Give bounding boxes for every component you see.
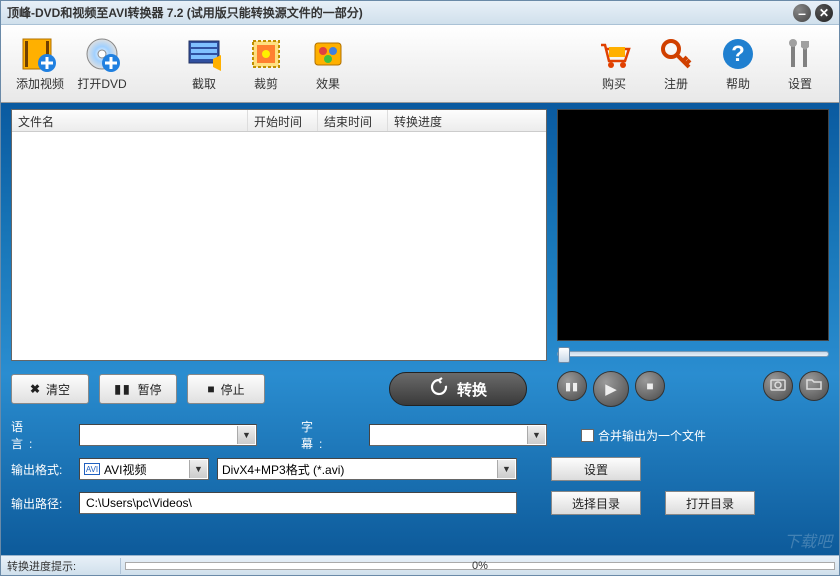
choose-dir-button[interactable]: 选择目录	[551, 491, 641, 515]
capture-label: 截取	[192, 75, 216, 92]
language-label: 语 言:	[11, 418, 71, 452]
window-title: 顶峰-DVD和视频至AVI转换器 7.2 (试用版只能转换源文件的一部分)	[7, 4, 789, 21]
seek-thumb[interactable]	[558, 347, 570, 363]
chevron-down-icon: ▼	[527, 426, 545, 444]
app-window: 顶峰-DVD和视频至AVI转换器 7.2 (试用版只能转换源文件的一部分) – …	[0, 0, 840, 576]
progress-bar: 0%	[121, 560, 839, 572]
col-end[interactable]: 结束时间	[318, 110, 388, 131]
crop-button[interactable]: 裁剪	[235, 31, 297, 97]
cart-icon	[595, 35, 633, 73]
out-format-label: 输出格式:	[11, 461, 71, 478]
dvd-icon	[83, 35, 121, 73]
seek-slider[interactable]	[557, 351, 829, 357]
help-button[interactable]: ? 帮助	[707, 31, 769, 97]
stop-icon: ■	[207, 382, 214, 396]
file-list-header: 文件名 开始时间 结束时间 转换进度	[12, 110, 546, 132]
col-filename[interactable]: 文件名	[12, 110, 248, 131]
open-dvd-label: 打开DVD	[77, 75, 126, 92]
x-icon: ✖	[30, 382, 40, 396]
player-pause-button[interactable]: ▮▮	[557, 371, 587, 401]
merge-checkbox[interactable]: 合并输出为一个文件	[581, 427, 706, 444]
file-list-panel: 文件名 开始时间 结束时间 转换进度	[11, 109, 547, 361]
effect-button[interactable]: 效果	[297, 31, 359, 97]
play-icon: ▶	[605, 380, 617, 398]
status-bar: 转换进度提示: 0%	[1, 555, 839, 575]
settings-label: 设置	[788, 75, 812, 92]
tools-icon	[781, 35, 819, 73]
avi-icon: AVI	[84, 463, 100, 475]
video-preview	[557, 109, 829, 341]
progress-percent: 0%	[472, 560, 488, 572]
help-label: 帮助	[726, 75, 750, 92]
crop-icon	[247, 35, 285, 73]
status-label: 转换进度提示:	[1, 558, 121, 574]
stop-small-icon: ■	[646, 379, 653, 393]
refresh-icon	[429, 377, 449, 401]
pause-small-icon: ▮▮	[565, 380, 579, 393]
codec-combo[interactable]: DivX4+MP3格式 (*.avi) ▼	[217, 458, 517, 480]
open-folder-button[interactable]	[799, 371, 829, 401]
pause-icon: ▮▮	[114, 382, 131, 396]
output-path-field[interactable]: C:\Users\pc\Videos\	[79, 492, 517, 514]
col-progress[interactable]: 转换进度	[388, 110, 546, 131]
add-video-label: 添加视频	[16, 75, 64, 92]
format-settings-button[interactable]: 设置	[551, 457, 641, 481]
player-play-button[interactable]: ▶	[593, 371, 629, 407]
settings-button[interactable]: 设置	[769, 31, 831, 97]
col-start[interactable]: 开始时间	[248, 110, 318, 131]
close-button[interactable]: ✕	[815, 4, 833, 22]
open-dir-button[interactable]: 打开目录	[665, 491, 755, 515]
convert-button[interactable]: 转换	[389, 372, 527, 406]
main-toolbar: 添加视频 打开DVD 截取 裁剪 效果	[1, 25, 839, 103]
help-icon: ?	[719, 35, 757, 73]
chevron-down-icon: ▼	[497, 460, 515, 478]
titlebar: 顶峰-DVD和视频至AVI转换器 7.2 (试用版只能转换源文件的一部分) – …	[1, 1, 839, 25]
open-dvd-button[interactable]: 打开DVD	[71, 31, 133, 97]
subtitle-label: 字 幕:	[301, 418, 361, 452]
main-area: 文件名 开始时间 结束时间 转换进度 ✖ 清空	[1, 103, 839, 555]
minimize-button[interactable]: –	[793, 4, 811, 22]
camera-icon	[770, 376, 786, 397]
svg-text:?: ?	[731, 41, 744, 66]
register-button[interactable]: 注册	[645, 31, 707, 97]
key-icon	[657, 35, 695, 73]
clear-button[interactable]: ✖ 清空	[11, 374, 89, 404]
stop-button[interactable]: ■ 停止	[187, 374, 265, 404]
chevron-down-icon: ▼	[189, 460, 207, 478]
player-stop-button[interactable]: ■	[635, 371, 665, 401]
buy-button[interactable]: 购买	[583, 31, 645, 97]
format-combo[interactable]: AVI AVI视频 ▼	[79, 458, 209, 480]
chevron-down-icon: ▼	[237, 426, 255, 444]
add-video-button[interactable]: 添加视频	[9, 31, 71, 97]
folder-icon	[806, 376, 822, 397]
effect-icon	[309, 35, 347, 73]
out-path-label: 输出路径:	[11, 495, 71, 512]
file-list-body[interactable]	[12, 132, 546, 360]
preview-panel	[557, 109, 829, 361]
checkbox-box	[581, 429, 594, 442]
crop-label: 裁剪	[254, 75, 278, 92]
effect-label: 效果	[316, 75, 340, 92]
capture-button[interactable]: 截取	[173, 31, 235, 97]
snapshot-button[interactable]	[763, 371, 793, 401]
language-combo[interactable]: ▼	[79, 424, 257, 446]
capture-icon	[185, 35, 223, 73]
buy-label: 购买	[602, 75, 626, 92]
register-label: 注册	[664, 75, 688, 92]
add-video-icon	[21, 35, 59, 73]
subtitle-combo[interactable]: ▼	[369, 424, 547, 446]
pause-button[interactable]: ▮▮ 暂停	[99, 374, 177, 404]
